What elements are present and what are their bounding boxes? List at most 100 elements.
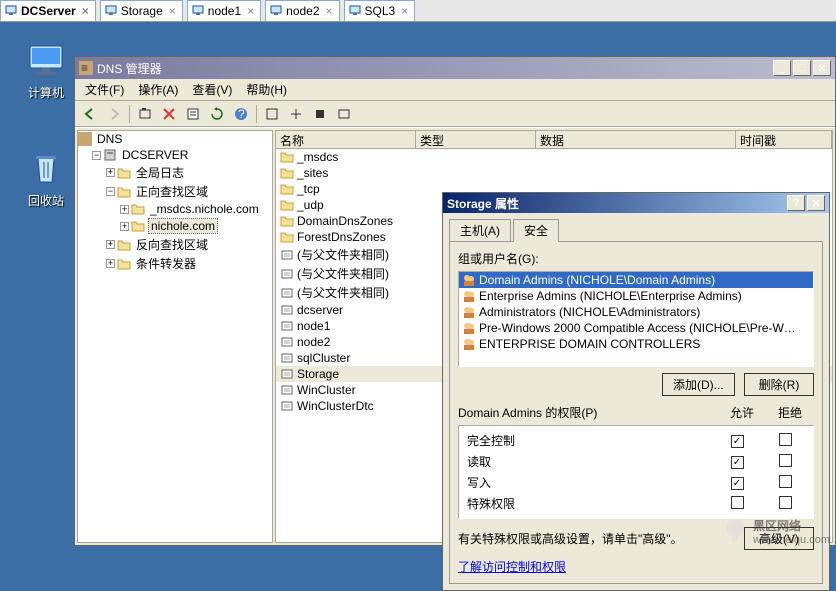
tool-button[interactable] <box>333 103 355 125</box>
expand-button[interactable]: + <box>106 240 115 249</box>
deny-checkbox[interactable] <box>779 496 792 509</box>
deny-checkbox[interactable] <box>779 433 792 446</box>
desktop-icon-recycle[interactable]: 回收站 <box>16 148 76 209</box>
column-header[interactable]: 名称 <box>276 131 416 148</box>
group-icon <box>462 273 476 287</box>
group-listbox[interactable]: Domain Admins (NICHOLE\Domain Admins)Ent… <box>458 271 814 367</box>
tree-item[interactable]: 条件转发器 <box>134 255 198 272</box>
allow-checkbox[interactable]: ✓ <box>731 435 744 448</box>
vm-tab-node2[interactable]: node2× <box>265 0 339 21</box>
refresh-button[interactable] <box>206 103 228 125</box>
row-label: node2 <box>297 335 330 349</box>
group-list-item[interactable]: Administrators (NICHOLE\Administrators) <box>459 304 813 320</box>
expand-button[interactable]: + <box>106 168 115 177</box>
vm-tab-SQL3[interactable]: SQL3× <box>344 0 416 21</box>
back-button[interactable] <box>79 103 101 125</box>
allow-checkbox[interactable]: ✓ <box>731 477 744 490</box>
menu-item[interactable]: 查看(V) <box>186 79 238 100</box>
maximize-button[interactable]: □ <box>793 60 811 76</box>
row-label: DomainDnsZones <box>297 214 393 228</box>
permission-name: 写入 <box>463 474 713 491</box>
tab-host[interactable]: 主机(A) <box>449 219 511 241</box>
row-label: _udp <box>297 198 324 212</box>
monitor-icon <box>5 5 17 17</box>
window-title-bar[interactable]: ≡ DNS 管理器 _ □ ✕ <box>75 57 835 79</box>
group-icon <box>462 321 476 335</box>
menu-bar: 文件(F)操作(A)查看(V)帮助(H) <box>75 79 835 101</box>
column-header[interactable]: 时间戳 <box>736 131 832 148</box>
permissions-label: Domain Admins 的权限(P) <box>458 404 718 421</box>
tree-server[interactable]: DCSERVER <box>120 148 190 162</box>
group-icon <box>462 289 476 303</box>
menu-item[interactable]: 文件(F) <box>79 79 130 100</box>
permissions-list[interactable]: 完全控制 ✓ 读取 ✓ 写入 ✓ 特殊权限 <box>458 425 814 519</box>
expand-button[interactable]: − <box>106 187 115 196</box>
group-list-item[interactable]: ENTERPRISE DOMAIN CONTROLLERS <box>459 336 813 352</box>
expand-button[interactable]: + <box>120 205 129 214</box>
folder-icon <box>131 219 145 233</box>
tool-button[interactable] <box>285 103 307 125</box>
tree-item[interactable]: 全局日志 <box>134 164 186 181</box>
allow-checkbox[interactable] <box>731 496 744 509</box>
stop-button[interactable] <box>309 103 331 125</box>
svg-text:≡: ≡ <box>81 61 88 75</box>
dns-icon: ≡ <box>79 61 93 75</box>
expand-button[interactable]: + <box>106 259 115 268</box>
up-button[interactable] <box>134 103 156 125</box>
add-button[interactable]: 添加(D)... <box>662 373 735 396</box>
vm-tab-node1[interactable]: node1× <box>187 0 261 21</box>
advanced-button[interactable]: 高级(V) <box>744 527 814 550</box>
group-list-item[interactable]: Domain Admins (NICHOLE\Domain Admins) <box>459 272 813 288</box>
list-row[interactable]: _sites <box>276 165 832 181</box>
tool-button[interactable] <box>261 103 283 125</box>
tree-view[interactable]: DNS − DCSERVER + 全局日志 − 正向查找区域 + _msdcs.nich… <box>77 130 273 543</box>
group-list-item[interactable]: Pre-Windows 2000 Compatible Access (NICH… <box>459 320 813 336</box>
close-icon[interactable]: × <box>324 4 335 18</box>
tree-item[interactable]: 正向查找区域 <box>134 183 210 200</box>
column-header[interactable]: 数据 <box>536 131 736 148</box>
list-row[interactable]: _msdcs <box>276 149 832 165</box>
tree-root[interactable]: DNS <box>95 132 124 146</box>
folder-icon <box>280 214 294 228</box>
window-title: DNS 管理器 <box>97 60 162 77</box>
delete-button[interactable] <box>158 103 180 125</box>
deny-checkbox[interactable] <box>779 454 792 467</box>
group-name: Enterprise Admins (NICHOLE\Enterprise Ad… <box>479 289 742 303</box>
menu-item[interactable]: 操作(A) <box>132 79 184 100</box>
column-header[interactable]: 类型 <box>416 131 536 148</box>
vm-tab-Storage[interactable]: Storage× <box>100 0 183 21</box>
expand-button[interactable]: − <box>92 151 101 160</box>
tree-item[interactable]: 反向查找区域 <box>134 236 210 253</box>
dialog-title-bar[interactable]: Storage 属性 ? ✕ <box>443 193 829 213</box>
help-link[interactable]: 了解访问控制和权限 <box>458 558 814 575</box>
group-list-item[interactable]: Enterprise Admins (NICHOLE\Enterprise Ad… <box>459 288 813 304</box>
dialog-tabs: 主机(A) 安全 <box>449 219 823 241</box>
close-icon[interactable]: × <box>80 4 91 18</box>
vm-tab-DCServer[interactable]: DCServer× <box>0 0 96 21</box>
close-button[interactable]: ✕ <box>813 60 831 76</box>
properties-button[interactable] <box>182 103 204 125</box>
forward-button[interactable] <box>103 103 125 125</box>
row-label: _sites <box>297 166 328 180</box>
tree-zone-selected[interactable]: nichole.com <box>148 218 218 234</box>
minimize-button[interactable]: _ <box>773 60 791 76</box>
menu-item[interactable]: 帮助(H) <box>240 79 293 100</box>
close-icon[interactable]: × <box>167 4 178 18</box>
help-button[interactable]: ? <box>230 103 252 125</box>
help-button[interactable]: ? <box>787 195 805 211</box>
tab-security[interactable]: 安全 <box>513 219 559 242</box>
monitor-icon <box>26 40 66 80</box>
allow-checkbox[interactable]: ✓ <box>731 456 744 469</box>
close-icon[interactable]: × <box>399 4 410 18</box>
expand-button[interactable]: + <box>120 222 129 231</box>
row-label: sqlCluster <box>297 351 350 365</box>
desktop-icon-computer[interactable]: 计算机 <box>16 40 76 101</box>
deny-checkbox[interactable] <box>779 475 792 488</box>
folder-icon <box>280 166 294 180</box>
group-name: Administrators (NICHOLE\Administrators) <box>479 305 700 319</box>
close-button[interactable]: ✕ <box>807 195 825 211</box>
folder-icon <box>131 202 145 216</box>
close-icon[interactable]: × <box>245 4 256 18</box>
remove-button[interactable]: 删除(R) <box>744 373 814 396</box>
tree-zone[interactable]: _msdcs.nichole.com <box>148 202 261 216</box>
